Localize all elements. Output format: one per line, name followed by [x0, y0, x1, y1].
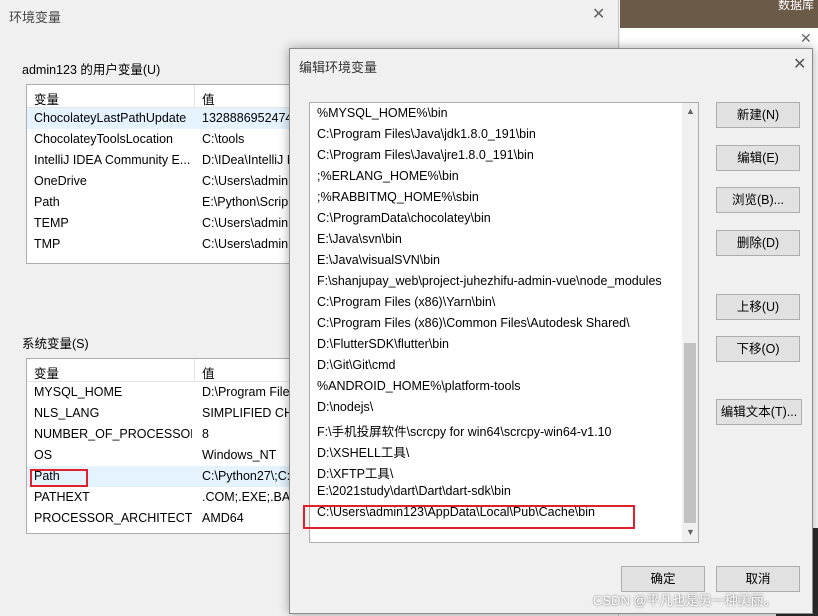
variable-name: OS [34, 448, 53, 462]
table-row[interactable]: MYSQL_HOME D:\Program Files [27, 382, 327, 403]
close-icon[interactable]: ✕ [793, 54, 806, 74]
list-item[interactable]: E:\Java\visualSVN\bin [317, 253, 440, 274]
list-item[interactable]: D:\nodejs\ [317, 400, 373, 421]
close-icon[interactable]: ✕ [800, 30, 812, 47]
background-corner-text: 数据库 [777, 0, 814, 12]
path-entries-list[interactable]: %MYSQL_HOME%\bin C:\Program Files\Java\jd… [309, 102, 699, 543]
table-row[interactable]: ChocolateyToolsLocation C:\tools [27, 129, 327, 150]
edit-environment-variable-dialog: 编辑环境变量 ✕ %MYSQL_HOME%\bin C:\Program File… [289, 48, 813, 614]
list-item[interactable]: F:\手机投屏软件\scrcpy for win64\scrcpy-win64-… [317, 421, 612, 442]
edit-text-button[interactable]: 编辑文本(T)... [716, 399, 802, 425]
vertical-scrollbar[interactable]: ▲ ▼ [682, 103, 698, 542]
move-down-button[interactable]: 下移(O) [716, 336, 800, 362]
user-variables-label: admin123 的用户变量(U) [22, 63, 161, 77]
column-value[interactable]: 值 [202, 363, 215, 382]
browse-button[interactable]: 浏览(B)... [716, 187, 800, 213]
list-item[interactable]: ;%ERLANG_HOME%\bin [317, 169, 459, 190]
variable-name: IntelliJ IDEA Community E... [34, 153, 191, 167]
list-item[interactable]: D:\Git\Git\cmd [317, 358, 395, 379]
new-button[interactable]: 新建(N) [716, 102, 800, 128]
table-row[interactable]: OneDrive C:\Users\admin [27, 171, 327, 192]
variable-name: ChocolateyLastPathUpdate [34, 111, 187, 125]
table-row[interactable]: TMP C:\Users\admin [27, 234, 327, 255]
close-icon[interactable]: ✕ [592, 4, 605, 24]
table-row[interactable]: PATHEXT .COM;.EXE;.BAT [27, 487, 327, 508]
scroll-down-icon[interactable]: ▼ [686, 527, 695, 537]
list-item[interactable]: C:\Program Files (x86)\Yarn\bin\ [317, 295, 495, 316]
list-item[interactable]: ;%RABBITMQ_HOME%\sbin [317, 190, 479, 211]
new-path-highlight [303, 505, 635, 529]
list-item[interactable]: E:\Java\svn\bin [317, 232, 402, 253]
variable-name: PROCESSOR_ARCHITECT... [34, 511, 192, 525]
table-row[interactable]: OS Windows_NT [27, 445, 327, 466]
ok-button[interactable]: 确定 [621, 566, 705, 592]
watermark: CSDN @平凡也是另一种美丽。 [593, 593, 777, 608]
path-variable-highlight [30, 469, 88, 487]
list-item[interactable]: D:\XSHELL工具\ [317, 442, 409, 463]
move-up-button[interactable]: 上移(U) [716, 294, 800, 320]
variable-name: TEMP [34, 216, 69, 230]
table-row[interactable]: NUMBER_OF_PROCESSORS 8 [27, 424, 327, 445]
list-item[interactable]: %MYSQL_HOME%\bin [317, 106, 448, 127]
variable-name: MYSQL_HOME [34, 385, 123, 399]
variable-name: NUMBER_OF_PROCESSORS [34, 427, 192, 441]
table-row[interactable]: TEMP C:\Users\admin [27, 213, 327, 234]
system-variables-list[interactable]: 变量 值 MYSQL_HOME D:\Program Files NLS_LANG S… [26, 358, 328, 534]
list-header: 变量 值 [27, 85, 327, 108]
list-item[interactable]: %ANDROID_HOME%\platform-tools [317, 379, 521, 400]
user-variables-list[interactable]: 变量 值 ChocolateyLastPathUpdate 13288869524… [26, 84, 328, 264]
column-variable[interactable]: 变量 [34, 363, 59, 382]
background-thumbnail: 数据库 [620, 0, 818, 28]
variable-name: NLS_LANG [34, 406, 100, 420]
list-header: 变量 值 [27, 359, 327, 382]
list-item[interactable]: D:\XFTP工具\ [317, 463, 393, 484]
variable-name: Path [34, 195, 60, 209]
table-row[interactable]: IntelliJ IDEA Community E... D:\IDea\Inte… [27, 150, 327, 171]
scroll-thumb[interactable] [684, 343, 696, 523]
table-row[interactable]: ChocolateyLastPathUpdate 13288869524740 [27, 108, 327, 129]
edit-button[interactable]: 编辑(E) [716, 145, 800, 171]
list-item[interactable]: C:\Program Files (x86)\Common Files\Auto… [317, 316, 630, 337]
variable-name: PATHEXT [34, 490, 90, 504]
variable-name: TMP [34, 237, 61, 251]
variable-name: OneDrive [34, 174, 87, 188]
list-item[interactable]: C:\Program Files\Java\jdk1.8.0_191\bin [317, 127, 536, 148]
table-row[interactable]: PROCESSOR_ARCHITECT... AMD64 [27, 508, 327, 529]
column-value[interactable]: 值 [202, 89, 215, 108]
table-row[interactable]: NLS_LANG SIMPLIFIED CHI [27, 403, 327, 424]
system-variables-label: 系统变量(S) [22, 337, 89, 351]
scroll-up-icon[interactable]: ▲ [686, 106, 695, 116]
column-variable[interactable]: 变量 [34, 89, 59, 108]
list-item[interactable]: C:\Program Files\Java\jre1.8.0_191\bin [317, 148, 534, 169]
list-item[interactable]: D:\FlutterSDK\flutter\bin [317, 337, 449, 358]
delete-button[interactable]: 删除(D) [716, 230, 800, 256]
list-item[interactable]: C:\ProgramData\chocolatey\bin [317, 211, 491, 232]
list-item[interactable]: F:\shanjupay_web\project-juhezhifu-admin… [317, 274, 662, 295]
dialog-title: 编辑环境变量 [299, 60, 378, 75]
cancel-button[interactable]: 取消 [716, 566, 800, 592]
variable-name: ChocolateyToolsLocation [34, 132, 173, 146]
table-row[interactable]: Path E:\Python\Scrip [27, 192, 327, 213]
window-title: 环境变量 [9, 10, 62, 25]
list-item[interactable]: E:\2021study\dart\Dart\dart-sdk\bin [317, 484, 511, 505]
